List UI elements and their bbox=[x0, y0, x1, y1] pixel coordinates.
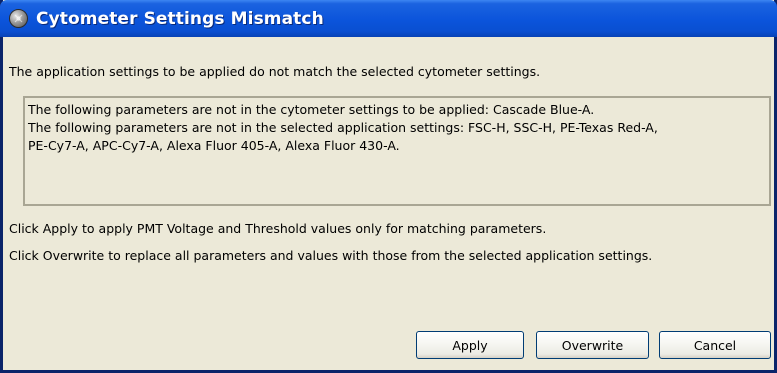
details-line: The following parameters are not in the … bbox=[28, 120, 658, 135]
apply-button[interactable]: Apply bbox=[416, 331, 524, 359]
overwrite-button[interactable]: Overwrite bbox=[536, 331, 649, 359]
apply-hint-text: Click Apply to apply PMT Voltage and Thr… bbox=[9, 221, 547, 236]
dialog-content: The application settings to be applied d… bbox=[3, 37, 774, 370]
dialog-window: Cytometer Settings Mismatch The applicat… bbox=[0, 0, 777, 373]
app-icon bbox=[9, 9, 28, 28]
intro-message: The application settings to be applied d… bbox=[9, 64, 541, 79]
details-line: PE-Cy7-A, APC-Cy7-A, Alexa Fluor 405-A, … bbox=[28, 138, 400, 153]
title-bar[interactable]: Cytometer Settings Mismatch bbox=[0, 0, 777, 37]
details-line: The following parameters are not in the … bbox=[28, 102, 595, 117]
cancel-button[interactable]: Cancel bbox=[659, 331, 771, 359]
dialog-title: Cytometer Settings Mismatch bbox=[36, 8, 324, 29]
details-text-area[interactable]: The following parameters are not in the … bbox=[23, 96, 771, 206]
overwrite-hint-text: Click Overwrite to replace all parameter… bbox=[9, 248, 653, 263]
